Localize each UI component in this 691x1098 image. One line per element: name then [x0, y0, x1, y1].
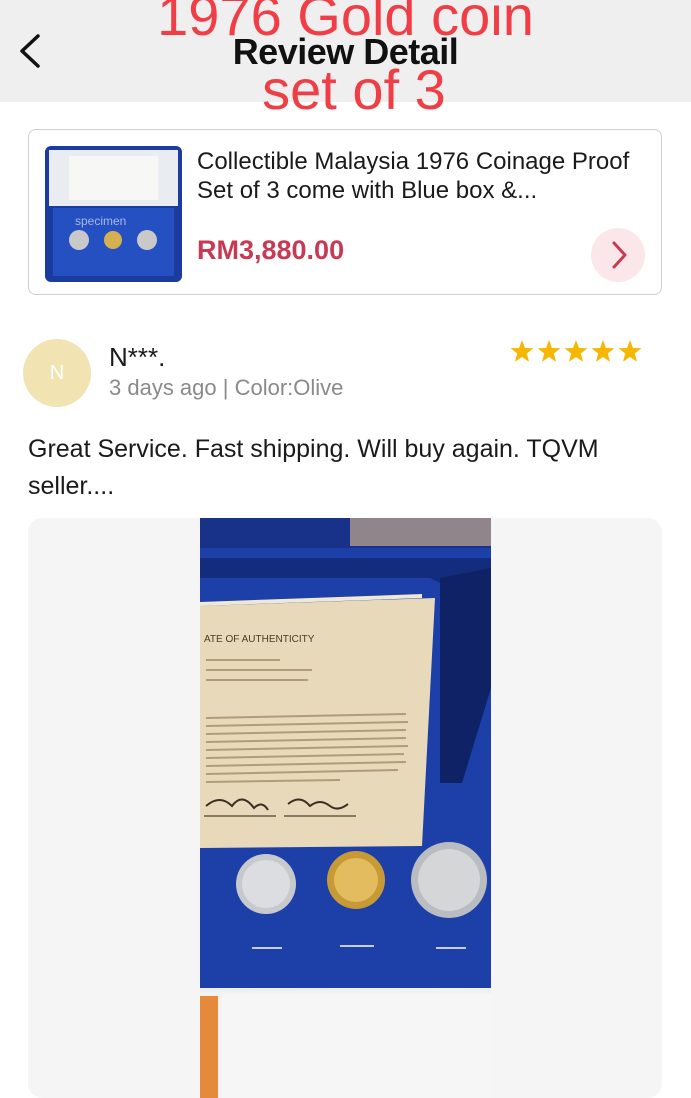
header-bar: 1976 Gold coin Review Detail set of 3 [0, 0, 691, 118]
star-icon [564, 340, 588, 362]
review-photo[interactable]: ATE OF AUTHENTICITY [200, 518, 491, 1098]
overlay-caption-line2: set of 3 [262, 58, 446, 121]
product-name[interactable]: Collectible Malaysia 1976 Coinage Proof … [197, 147, 637, 205]
product-thumbnail: specimen [45, 146, 182, 282]
star-icon [618, 340, 642, 362]
product-arrow-button[interactable] [591, 228, 645, 282]
review-photo-container[interactable]: ATE OF AUTHENTICITY [28, 518, 662, 1098]
star-icon [510, 340, 534, 362]
photo-certificate-title: ATE OF AUTHENTICITY [204, 634, 315, 645]
chevron-right-icon [612, 241, 627, 269]
avatar: N [23, 339, 91, 407]
thumb-specimen-text: specimen [75, 214, 126, 228]
star-icon [537, 340, 561, 362]
product-card[interactable]: specimen Collectible Malaysia 1976 Coina… [28, 129, 662, 295]
reviewer-name: N***. [109, 342, 166, 372]
rating-stars [510, 340, 642, 362]
star-icon [591, 340, 615, 362]
review-text: Great Service. Fast shipping. Will buy a… [28, 435, 599, 500]
product-price: RM3,880.00 [197, 235, 345, 265]
review-meta: 3 days ago | Color:Olive [109, 375, 344, 400]
